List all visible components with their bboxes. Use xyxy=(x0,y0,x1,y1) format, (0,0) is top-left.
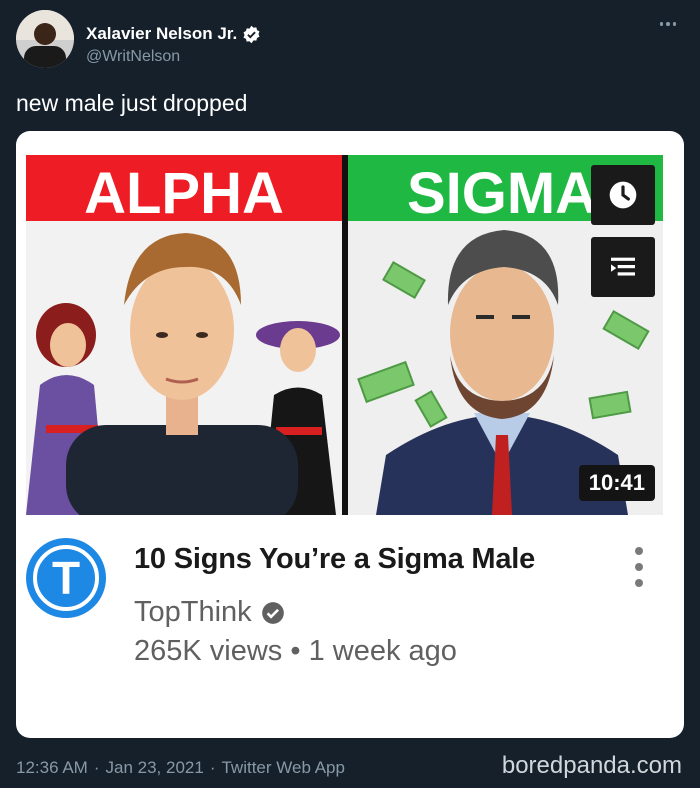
meta-separator: • xyxy=(290,635,301,667)
queue-icon xyxy=(607,251,639,283)
channel-logo-letter: T xyxy=(33,545,99,611)
clock-icon xyxy=(607,179,639,211)
view-count: 265K views xyxy=(134,635,283,667)
author-handle[interactable]: @WritNelson xyxy=(86,48,180,66)
channel-name[interactable]: TopThink xyxy=(134,596,252,629)
tweet-date[interactable]: Jan 23, 2021 xyxy=(106,758,204,778)
avatar[interactable] xyxy=(16,10,74,68)
video-meta: 265K views • 1 week ago xyxy=(134,635,457,668)
add-to-queue-button[interactable] xyxy=(591,237,655,297)
tweet-source[interactable]: Twitter Web App xyxy=(221,758,344,778)
verified-badge-icon xyxy=(242,25,261,44)
sigma-label: SIGMA xyxy=(407,161,597,226)
video-thumbnail[interactable]: ALPHA SIGMA 10:41 xyxy=(26,155,663,515)
watermark: boredpanda.com xyxy=(501,752,682,779)
footer-separator: · xyxy=(93,758,100,777)
tweet-text: new male just dropped xyxy=(16,90,248,116)
tweet-footer: 12:36 AM · Jan 23, 2021 · Twitter Web Ap… xyxy=(16,758,345,778)
author-name[interactable]: Xalavier Nelson Jr. xyxy=(86,24,237,44)
channel-logo[interactable]: T xyxy=(26,538,106,618)
channel-verified-icon xyxy=(260,600,286,626)
channel-row: TopThink xyxy=(134,596,286,629)
upload-age: 1 week ago xyxy=(308,635,457,667)
footer-separator: · xyxy=(209,758,216,777)
video-title[interactable]: 10 Signs You’re a Sigma Male xyxy=(134,543,535,576)
author-line: Xalavier Nelson Jr. xyxy=(86,24,261,44)
tweet-header: Xalavier Nelson Jr. @WritNelson xyxy=(16,10,684,70)
video-card[interactable]: ALPHA SIGMA 10:41 T 10 Signs You’re a Si… xyxy=(16,131,684,738)
video-duration: 10:41 xyxy=(578,465,655,501)
tweet-time[interactable]: 12:36 AM xyxy=(16,758,88,778)
watch-later-button[interactable] xyxy=(591,165,655,225)
alpha-label: ALPHA xyxy=(84,161,284,226)
more-horizontal-icon[interactable] xyxy=(654,14,682,34)
more-vertical-icon[interactable] xyxy=(632,547,646,587)
